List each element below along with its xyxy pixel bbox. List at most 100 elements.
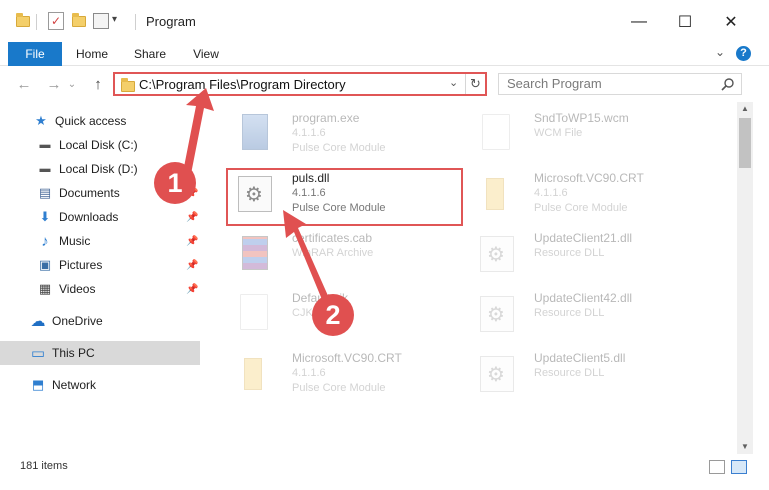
separator	[135, 14, 136, 30]
search-input[interactable]	[507, 76, 707, 91]
network-icon: ⬒	[31, 377, 45, 392]
navigation-pane: ★ Quick access ▬ Local Disk (C:) ▬ Local…	[0, 102, 200, 454]
pin-icon[interactable]: 📌	[186, 260, 198, 271]
sidebar-item-onedrive[interactable]: ☁ OneDrive	[0, 309, 200, 333]
forward-button[interactable]: →	[44, 74, 64, 94]
sidebar-item-label: Downloads	[59, 210, 119, 224]
file-name: UpdateClient21.dll	[534, 231, 633, 245]
file-item-updateclient5[interactable]: UpdateClient5.dll Resource DLL	[472, 344, 712, 400]
scroll-down-icon[interactable]: ▼	[737, 440, 753, 454]
tab-file[interactable]: File	[8, 42, 62, 66]
search-icon[interactable]	[721, 77, 735, 91]
file-version: 4.1.1.6	[292, 127, 326, 139]
document-file-icon	[234, 290, 274, 334]
sidebar-item-this-pc[interactable]: ▭ This PC	[0, 341, 200, 365]
file-name: UpdateClient5.dll	[534, 351, 626, 365]
scroll-thumb[interactable]	[739, 118, 751, 168]
star-icon: ★	[35, 113, 47, 128]
dll-file-icon	[476, 230, 516, 274]
sidebar-item-label: Videos	[59, 282, 96, 296]
folder-file-icon	[234, 350, 274, 394]
file-description: Pulse Core Module	[292, 142, 386, 154]
sidebar-item-label: Local Disk (C:)	[59, 138, 138, 152]
file-name: program.exe	[292, 111, 360, 125]
dll-file-icon	[476, 290, 516, 334]
file-item-updateclient42[interactable]: UpdateClient42.dll Resource DLL	[472, 284, 712, 340]
address-bar[interactable]: C:\Program Files\Program Directory ⌄ ↻	[113, 72, 487, 96]
file-version: 4.1.1.6	[534, 187, 568, 199]
file-list: program.exe 4.1.1.6 Pulse Core Module Sn…	[210, 102, 737, 454]
file-item-updateclient21[interactable]: UpdateClient21.dll Resource DLL	[472, 224, 712, 280]
music-icon: ♪	[41, 232, 49, 250]
drive-icon: ▬	[39, 163, 51, 175]
file-item-certificates-cab[interactable]: certificates.cab WinRAR Archive	[230, 224, 470, 280]
quick-access-dropdown-icon[interactable]: ▾	[112, 14, 117, 32]
close-button[interactable]: ✕	[716, 10, 746, 34]
pin-icon[interactable]: 📌	[186, 236, 198, 247]
tab-view[interactable]: View	[184, 42, 228, 66]
tab-home[interactable]: Home	[70, 42, 114, 66]
up-button[interactable]: ↑	[88, 74, 108, 94]
file-type: WCM File	[534, 127, 583, 139]
large-icons-view-icon[interactable]	[731, 460, 747, 474]
documents-icon: ▤	[38, 185, 52, 200]
file-description: Pulse Core Module	[534, 202, 628, 214]
sidebar-item-quick-access[interactable]: ★ Quick access	[0, 109, 200, 133]
back-button[interactable]: ←	[14, 74, 34, 94]
file-highlight-box	[226, 168, 463, 226]
sidebar-item-downloads[interactable]: ⬇ Downloads 📌	[0, 205, 200, 229]
file-item-microsoft-vc90-crt-2[interactable]: Microsoft.VC90.CRT 4.1.1.6 Pulse Core Mo…	[230, 344, 470, 400]
tab-share[interactable]: Share	[128, 42, 172, 66]
pin-icon[interactable]: 📌	[186, 212, 198, 223]
sidebar-item-music[interactable]: ♪ Music 📌	[0, 229, 200, 253]
folder-icon	[121, 78, 135, 92]
vertical-scrollbar[interactable]: ▲ ▼	[737, 102, 753, 454]
file-name: SndToWP15.wcm	[534, 111, 629, 125]
sidebar-item-network[interactable]: ⬒ Network	[0, 373, 200, 397]
status-bar: 181 items	[0, 454, 769, 490]
file-type: Resource DLL	[534, 247, 605, 259]
file-type: Resource DLL	[534, 367, 605, 379]
sidebar-item-label: This PC	[52, 346, 95, 360]
address-path[interactable]: C:\Program Files\Program Directory	[139, 77, 346, 92]
scroll-up-icon[interactable]: ▲	[737, 102, 753, 116]
minimize-button[interactable]: —	[624, 10, 654, 34]
file-version: 4.1.1.6	[292, 367, 326, 379]
separator	[36, 14, 37, 30]
pictures-icon: ▣	[38, 257, 52, 272]
step-1-badge: 1	[154, 162, 196, 204]
folder-icon	[16, 13, 30, 34]
item-count: 181 items	[20, 460, 68, 472]
details-view-icon[interactable]	[709, 460, 725, 474]
address-row: ← → ⌄ ↑ C:\Program Files\Program Directo…	[0, 66, 769, 102]
sidebar-item-videos[interactable]: ▦ Videos 📌	[0, 277, 200, 301]
computer-icon: ▭	[30, 345, 46, 362]
properties-icon[interactable]: ✓	[48, 12, 64, 30]
file-name: UpdateClient42.dll	[534, 291, 633, 305]
file-item-sndtowp15[interactable]: SndToWP15.wcm WCM File	[472, 104, 712, 160]
pin-icon[interactable]: 📌	[186, 284, 198, 295]
customize-icon[interactable]	[93, 13, 109, 29]
drive-icon: ▬	[39, 139, 51, 151]
help-icon[interactable]: ?	[736, 46, 751, 61]
file-type: Resource DLL	[534, 307, 605, 319]
new-folder-icon[interactable]	[72, 13, 86, 34]
archive-file-icon	[234, 230, 274, 274]
maximize-button[interactable]: ☐	[670, 10, 700, 34]
exe-file-icon	[234, 110, 274, 154]
search-box[interactable]	[498, 73, 742, 95]
refresh-button[interactable]: ↻	[465, 74, 485, 94]
window-title: Program	[146, 14, 196, 29]
cloud-icon: ☁	[30, 313, 46, 330]
sidebar-item-label: Local Disk (D:)	[59, 162, 138, 176]
file-item-program-exe[interactable]: program.exe 4.1.1.6 Pulse Core Module	[230, 104, 470, 160]
address-dropdown-icon[interactable]: ⌄	[449, 76, 458, 89]
file-name: Microsoft.VC90.CRT	[292, 351, 402, 365]
video-icon: ▦	[38, 281, 52, 296]
sidebar-item-pictures[interactable]: ▣ Pictures 📌	[0, 253, 200, 277]
file-item-microsoft-vc90-crt[interactable]: Microsoft.VC90.CRT 4.1.1.6 Pulse Core Mo…	[472, 164, 712, 220]
sidebar-item-local-disk-c[interactable]: ▬ Local Disk (C:)	[0, 133, 200, 157]
ribbon: File Home Share View ⌄ ?	[0, 42, 769, 66]
ribbon-collapse-icon[interactable]: ⌄	[715, 45, 725, 59]
recent-locations-button[interactable]: ⌄	[66, 74, 78, 94]
